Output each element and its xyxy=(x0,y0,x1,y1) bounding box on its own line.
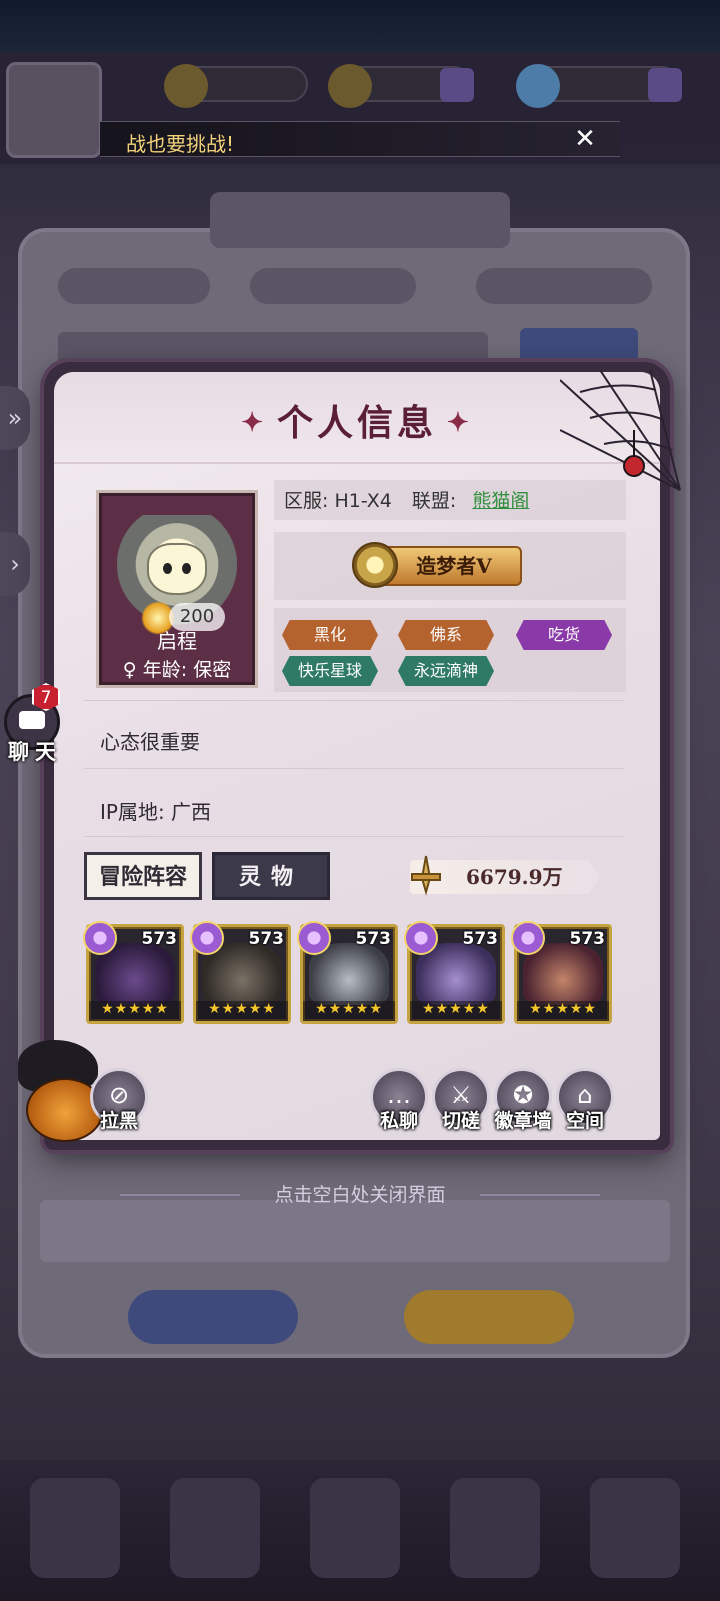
tag-item: 永远滴神 xyxy=(398,656,494,686)
hero-card[interactable]: 573 ★★★★★ xyxy=(404,921,505,1024)
tag-item: 快乐星球 xyxy=(282,656,378,686)
hero-card[interactable]: 573 ★★★★★ xyxy=(83,921,184,1024)
nav-item-5[interactable] xyxy=(590,1478,680,1578)
hero-level: 573 xyxy=(569,929,606,949)
profile-avatar-image: 200 xyxy=(117,515,237,635)
hero-card[interactable]: 573 ★★★★★ xyxy=(511,921,612,1024)
home-icon: ⌂ xyxy=(577,1081,593,1109)
hero-stars: ★★★★★ xyxy=(410,1001,502,1021)
side-expand-tab-1[interactable]: » xyxy=(0,386,30,450)
gold-coin-icon xyxy=(328,64,372,108)
medal-icon xyxy=(352,542,398,588)
personality-tags: 黑化 佛系 吃货 快乐星球 永远滴神 xyxy=(274,608,626,692)
close-hint[interactable]: 点击空白处关闭界面 xyxy=(0,1180,720,1207)
moon-class-icon xyxy=(297,921,331,955)
server-label: 区服: xyxy=(284,490,329,512)
announcement-banner: 战也要挑战! ✕ xyxy=(100,121,620,157)
friend-apply-button[interactable] xyxy=(128,1290,298,1344)
player-age: 年龄: 保密 xyxy=(142,659,232,681)
friend-gift-button[interactable] xyxy=(404,1290,574,1344)
player-gender-age: ♀ 年龄: 保密 xyxy=(99,655,255,682)
power-sword-icon xyxy=(411,855,441,896)
trophy-icon xyxy=(164,64,208,108)
hero-level: 573 xyxy=(355,929,392,949)
moon-class-icon xyxy=(83,921,117,955)
server-value: H1-X4 xyxy=(334,490,392,512)
female-icon: ♀ xyxy=(122,659,137,681)
alliance-label: 联盟: xyxy=(411,490,457,512)
hero-stars: ★★★★★ xyxy=(196,1001,288,1021)
divider xyxy=(84,836,624,837)
nav-item-3[interactable] xyxy=(310,1478,400,1578)
ip-location: IP属地: 广西 xyxy=(100,800,212,824)
player-signature: 心态很重要 xyxy=(100,730,200,754)
divider xyxy=(84,700,624,701)
resource-bar-diamond xyxy=(516,64,682,108)
tab-adventure-lineup[interactable]: 冒险阵容 xyxy=(84,852,202,900)
title-ornament-left-icon: ✦ xyxy=(241,408,267,438)
diamond-icon xyxy=(516,64,560,108)
side-expand-tab-2[interactable]: › xyxy=(0,532,30,596)
tag-item: 黑化 xyxy=(282,620,378,650)
moon-class-icon xyxy=(511,921,545,955)
nav-item-2[interactable] xyxy=(170,1478,260,1578)
cobweb-decoration xyxy=(560,370,681,491)
profile-avatar-frame[interactable]: 200 启程 ♀ 年龄: 保密 xyxy=(96,490,258,688)
space-label: 空间 xyxy=(565,1110,604,1132)
chat-icon xyxy=(19,711,45,729)
player-name: 启程 xyxy=(157,629,197,653)
friends-stat-1 xyxy=(58,268,210,304)
hero-level: 573 xyxy=(248,929,285,949)
hero-stars: ★★★★★ xyxy=(89,1001,181,1021)
friends-stat-2 xyxy=(250,268,416,304)
friends-stat-3 xyxy=(476,268,652,304)
divider xyxy=(84,768,624,769)
add-diamond-button[interactable] xyxy=(648,68,682,102)
profile-modal-title-text: 个人信息 xyxy=(276,402,437,444)
block-icon: ⊘ xyxy=(108,1081,130,1109)
badge-wall-label: 徽章墙 xyxy=(494,1110,552,1132)
nav-item-1[interactable] xyxy=(30,1478,120,1578)
resource-bar-gold xyxy=(328,64,474,108)
friends-panel-title xyxy=(210,192,510,248)
tag-item: 佛系 xyxy=(398,620,494,650)
top-decoration-bar xyxy=(0,0,720,52)
moon-class-icon xyxy=(404,921,438,955)
chat-label: 聊天 xyxy=(8,740,62,764)
banner-close-icon[interactable]: ✕ xyxy=(570,124,600,154)
hero-card[interactable]: 573 ★★★★★ xyxy=(190,921,291,1024)
hero-stars: ★★★★★ xyxy=(303,1001,395,1021)
tab-spirit[interactable]: 灵物 xyxy=(212,852,330,900)
whisper-label: 私聊 xyxy=(379,1110,418,1132)
title-badge-row: 造梦者Ⅴ xyxy=(274,532,626,600)
friend-list-item[interactable] xyxy=(40,1200,670,1262)
crossed-swords-icon: ⚔ xyxy=(450,1081,472,1109)
title-ornament-right-icon: ✦ xyxy=(447,408,473,438)
tag-item: 吃货 xyxy=(516,620,612,650)
hero-level: 573 xyxy=(141,929,178,949)
moon-class-icon xyxy=(190,921,224,955)
duel-label: 切磋 xyxy=(441,1110,480,1132)
banner-text: 战也要挑战! xyxy=(126,132,235,156)
hero-level: 573 xyxy=(462,929,499,949)
chat-bubble-icon: … xyxy=(387,1081,411,1109)
avatar-face-icon xyxy=(147,543,207,595)
hero-card[interactable]: 573 ★★★★★ xyxy=(297,921,398,1024)
medal-icon: ✪ xyxy=(512,1081,534,1109)
nav-item-4[interactable] xyxy=(450,1478,540,1578)
alliance-link[interactable]: 熊猫阁 xyxy=(472,490,529,512)
block-label: 拉黑 xyxy=(99,1110,138,1132)
add-gold-button[interactable] xyxy=(440,68,474,102)
player-avatar[interactable] xyxy=(6,62,102,158)
resource-bar-trophy xyxy=(164,64,308,108)
hero-stars: ★★★★★ xyxy=(517,1001,609,1021)
